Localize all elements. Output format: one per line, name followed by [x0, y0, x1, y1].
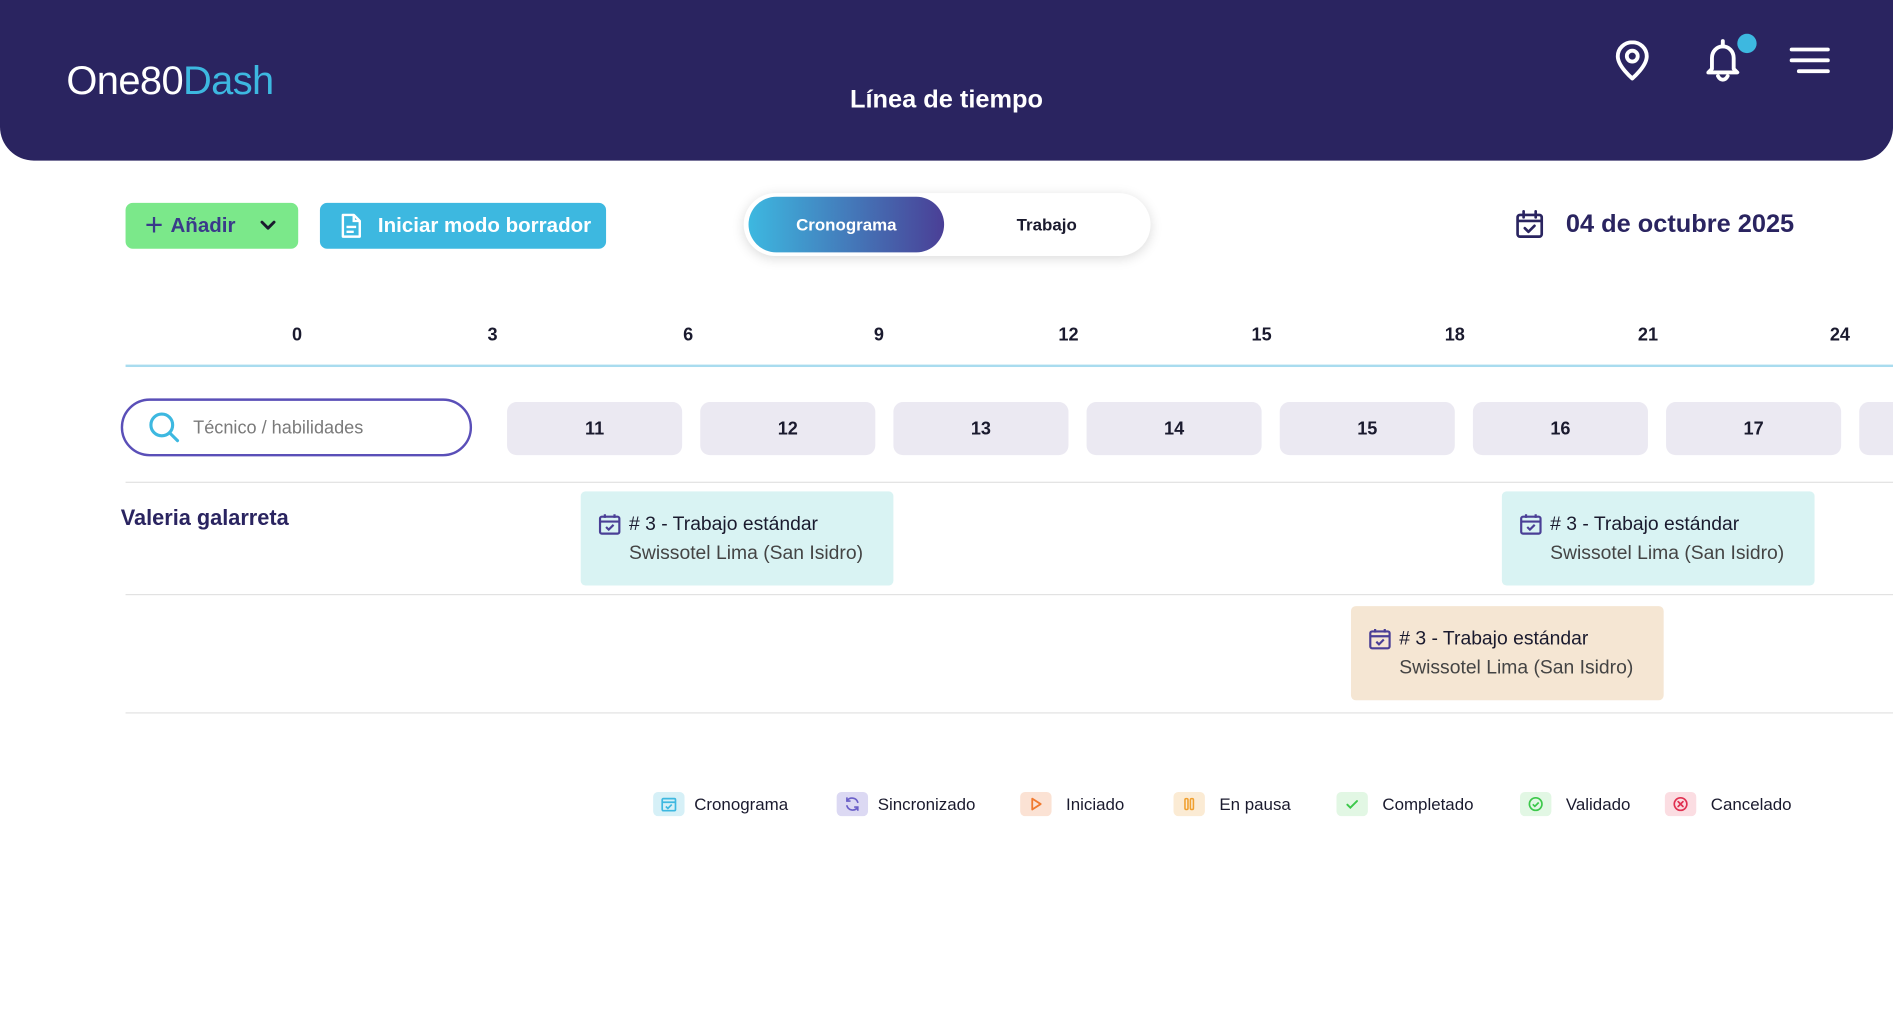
x-circle-icon: [1664, 791, 1697, 817]
hour-label: 24: [1829, 324, 1850, 346]
legend-en-pausa: En pausa: [1173, 791, 1291, 817]
calendar-check-icon: [653, 791, 685, 817]
day-chip[interactable]: 13: [893, 402, 1069, 456]
menu-icon[interactable]: [1786, 36, 1834, 84]
check-icon: [1336, 791, 1368, 817]
legend-label: Completado: [1382, 794, 1474, 814]
task-title: # 3 - Trabajo estándar: [629, 514, 819, 535]
current-date[interactable]: 04 de octubre 2025: [1566, 210, 1794, 239]
row-divider: [125, 593, 1893, 596]
task-location: Swissotel Lima (San Isidro): [1550, 543, 1785, 564]
hour-label: 6: [683, 324, 694, 346]
pause-icon: [1173, 791, 1205, 817]
legend-completado: Completado: [1336, 791, 1474, 817]
legend-label: Cancelado: [1710, 794, 1792, 814]
legend-sincronizado: Sincronizado: [836, 791, 976, 817]
calendar-check-icon: [1520, 514, 1542, 535]
row-divider: [125, 481, 1893, 483]
toggle-trabajo[interactable]: Trabajo: [949, 197, 1145, 253]
day-chip[interactable]: 11: [507, 402, 683, 456]
plus-icon: +: [144, 205, 164, 243]
technician-name[interactable]: Valeria galarreta: [121, 506, 289, 531]
chevron-down-icon[interactable]: [260, 220, 277, 232]
location-pin-icon[interactable]: [1608, 36, 1656, 84]
legend-cronograma: Cronograma: [653, 791, 789, 817]
document-icon: [341, 213, 361, 238]
hour-label: 9: [873, 324, 884, 346]
day-chip-partial[interactable]: [1859, 402, 1893, 456]
row-divider: [125, 712, 1893, 714]
task-title: # 3 - Trabajo estándar: [1399, 629, 1589, 650]
day-chip[interactable]: 17: [1666, 402, 1842, 456]
hour-axis-line: [125, 364, 1893, 368]
app-header: One80Dash Línea de tiempo: [0, 0, 1893, 161]
legend-label: Sincronizado: [877, 794, 976, 814]
legend-validado: Validado: [1519, 791, 1631, 817]
task-location: Swissotel Lima (San Isidro): [1399, 657, 1634, 679]
legend-label: En pausa: [1219, 794, 1291, 814]
page-title: Línea de tiempo: [850, 85, 1044, 114]
day-chip[interactable]: 12: [700, 402, 876, 456]
calendar-check-icon: [598, 514, 621, 535]
hour-label: 0: [291, 324, 303, 346]
play-icon: [1020, 791, 1052, 817]
legend-label: Iniciado: [1066, 794, 1125, 814]
legend-label: Cronograma: [694, 794, 789, 814]
hour-label: 21: [1637, 324, 1659, 346]
task-card[interactable]: # 3 - Trabajo estándar Swissotel Lima (S…: [580, 491, 894, 586]
hour-label: 12: [1058, 324, 1079, 346]
draft-mode-label: Iniciar modo borrador: [377, 213, 592, 237]
day-chip[interactable]: 15: [1279, 402, 1455, 456]
legend-cancelado: Cancelado: [1664, 791, 1792, 817]
hour-label: 18: [1444, 324, 1465, 346]
search-input[interactable]: [193, 417, 459, 438]
hour-label: 15: [1251, 324, 1272, 346]
hour-label: 3: [487, 324, 498, 346]
toggle-cronograma[interactable]: Cronograma: [748, 196, 945, 253]
calendar-icon[interactable]: [1514, 209, 1545, 240]
sync-icon: [836, 791, 869, 817]
notification-badge: [1737, 33, 1757, 54]
view-toggle: Cronograma Trabajo: [743, 193, 1151, 256]
day-chip[interactable]: 14: [1086, 402, 1262, 456]
task-title: # 3 - Trabajo estándar: [1550, 514, 1740, 535]
technician-search: [120, 398, 473, 457]
search-icon: [149, 412, 180, 443]
task-location: Swissotel Lima (San Isidro): [629, 543, 864, 564]
task-card[interactable]: # 3 - Trabajo estándar Swissotel Lima (S…: [1501, 491, 1815, 586]
legend-label: Validado: [1565, 794, 1631, 814]
task-card[interactable]: # 3 - Trabajo estándar Swissotel Lima (S…: [1350, 606, 1664, 701]
calendar-check-icon: [1369, 629, 1391, 650]
add-button[interactable]: + Añadir: [125, 202, 299, 249]
draft-mode-button[interactable]: Iniciar modo borrador: [319, 202, 607, 249]
check-circle-icon: [1519, 791, 1552, 817]
legend-iniciado: Iniciado: [1020, 791, 1125, 817]
add-button-label: Añadir: [170, 213, 236, 237]
day-chip[interactable]: 16: [1472, 402, 1648, 456]
